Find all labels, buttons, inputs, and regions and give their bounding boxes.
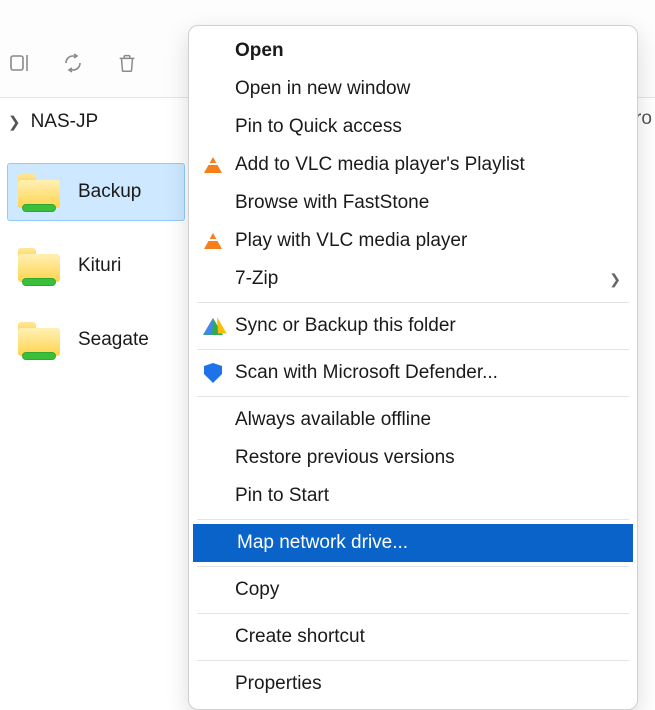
folder-label: Kituri — [78, 255, 121, 277]
menu-item-browse-faststone[interactable]: Browse with FastStone — [191, 184, 635, 222]
menu-item-pin-start[interactable]: Pin to Start — [191, 477, 635, 515]
blank-icon — [201, 115, 225, 139]
menu-item-defender-scan[interactable]: Scan with Microsoft Defender... — [191, 354, 635, 392]
vlc-icon — [201, 229, 225, 253]
google-drive-icon — [201, 314, 225, 338]
folder-label: Backup — [78, 181, 141, 203]
menu-item-sync-backup[interactable]: Sync or Backup this folder — [191, 307, 635, 345]
menu-item-map-network-drive[interactable]: Map network drive... — [193, 524, 633, 562]
menu-separator — [197, 396, 629, 397]
folder-item-kituri[interactable]: Kituri — [8, 238, 184, 294]
chevron-right-icon: ❯ — [8, 113, 21, 131]
menu-item-open-new-window[interactable]: Open in new window — [191, 70, 635, 108]
menu-separator — [197, 519, 629, 520]
menu-separator — [197, 566, 629, 567]
vlc-icon — [201, 153, 225, 177]
menu-item-properties[interactable]: Properties — [191, 665, 635, 703]
breadcrumb-item[interactable]: NAS-JP — [31, 111, 99, 133]
menu-item-add-vlc-playlist[interactable]: Add to VLC media player's Playlist — [191, 146, 635, 184]
blank-icon — [201, 191, 225, 215]
menu-item-create-shortcut[interactable]: Create shortcut — [191, 618, 635, 656]
menu-separator — [197, 613, 629, 614]
blank-icon — [203, 531, 227, 555]
network-folder-icon — [18, 248, 60, 284]
menu-separator — [197, 349, 629, 350]
menu-item-pin-quick-access[interactable]: Pin to Quick access — [191, 108, 635, 146]
blank-icon — [201, 408, 225, 432]
mini-toolbar — [6, 50, 140, 76]
context-menu: Open Open in new window Pin to Quick acc… — [188, 25, 638, 710]
network-folder-icon — [18, 174, 60, 210]
blank-icon — [201, 446, 225, 470]
network-folder-icon — [18, 322, 60, 358]
menu-separator — [197, 660, 629, 661]
blank-icon — [201, 484, 225, 508]
blank-icon — [201, 672, 225, 696]
blank-icon — [201, 77, 225, 101]
share-icon[interactable] — [60, 50, 86, 76]
menu-item-open[interactable]: Open — [191, 32, 635, 70]
menu-item-always-offline[interactable]: Always available offline — [191, 401, 635, 439]
blank-icon — [201, 578, 225, 602]
folder-item-backup[interactable]: Backup — [8, 164, 184, 220]
menu-item-copy[interactable]: Copy — [191, 571, 635, 609]
folder-item-seagate[interactable]: Seagate — [8, 312, 184, 368]
cutoff-text: ro — [635, 98, 655, 146]
menu-item-play-vlc[interactable]: Play with VLC media player — [191, 222, 635, 260]
menu-item-7zip[interactable]: 7-Zip ❯ — [191, 260, 635, 298]
folder-label: Seagate — [78, 329, 149, 351]
menu-item-restore-versions[interactable]: Restore previous versions — [191, 439, 635, 477]
blank-icon — [201, 267, 225, 291]
blank-icon — [201, 625, 225, 649]
menu-separator — [197, 302, 629, 303]
defender-shield-icon — [201, 361, 225, 385]
blank-icon — [201, 39, 225, 63]
delete-icon[interactable] — [114, 50, 140, 76]
rename-icon[interactable] — [6, 50, 32, 76]
chevron-right-icon: ❯ — [609, 271, 621, 288]
